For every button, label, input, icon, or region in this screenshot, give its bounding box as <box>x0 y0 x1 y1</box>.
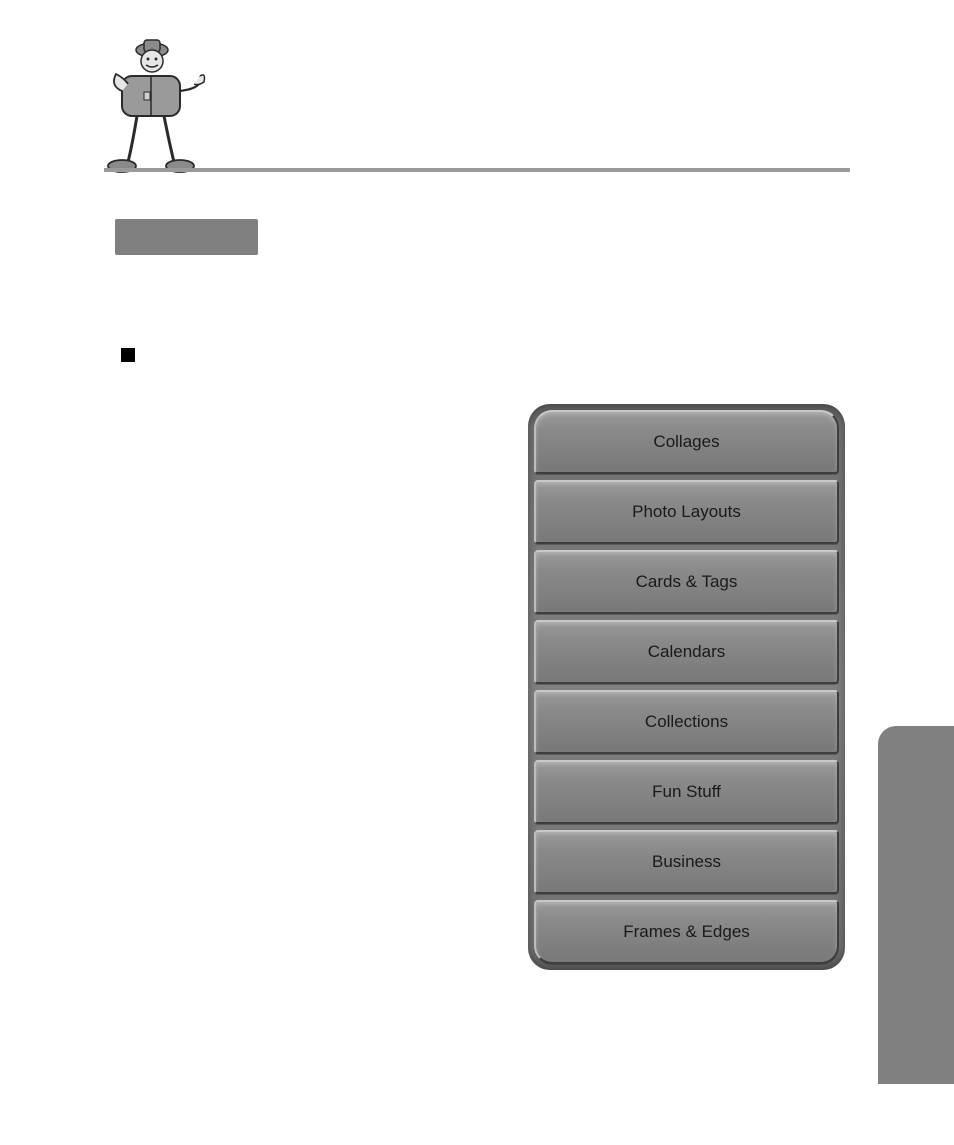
mascot-illustration <box>104 36 214 181</box>
button-label: Collages <box>653 432 719 452</box>
list-bullet <box>121 348 135 362</box>
category-button-cards-tags[interactable]: Cards & Tags <box>534 550 839 614</box>
button-label: Collections <box>645 712 728 732</box>
category-button-panel: Collages Photo Layouts Cards & Tags Cale… <box>528 404 845 970</box>
section-badge <box>115 219 258 255</box>
button-label: Calendars <box>648 642 726 662</box>
category-button-collages[interactable]: Collages <box>534 410 839 474</box>
button-label: Cards & Tags <box>636 572 738 592</box>
button-label: Frames & Edges <box>623 922 750 942</box>
button-label: Photo Layouts <box>632 502 741 522</box>
category-button-fun-stuff[interactable]: Fun Stuff <box>534 760 839 824</box>
category-button-collections[interactable]: Collections <box>534 690 839 754</box>
page: Collages Photo Layouts Cards & Tags Cale… <box>0 0 954 1145</box>
category-button-business[interactable]: Business <box>534 830 839 894</box>
header-divider <box>104 168 850 172</box>
button-label: Fun Stuff <box>652 782 721 802</box>
button-label: Business <box>652 852 721 872</box>
category-button-frames-edges[interactable]: Frames & Edges <box>534 900 839 964</box>
category-button-calendars[interactable]: Calendars <box>534 620 839 684</box>
category-button-photo-layouts[interactable]: Photo Layouts <box>534 480 839 544</box>
side-thumb-tab <box>878 726 954 1084</box>
